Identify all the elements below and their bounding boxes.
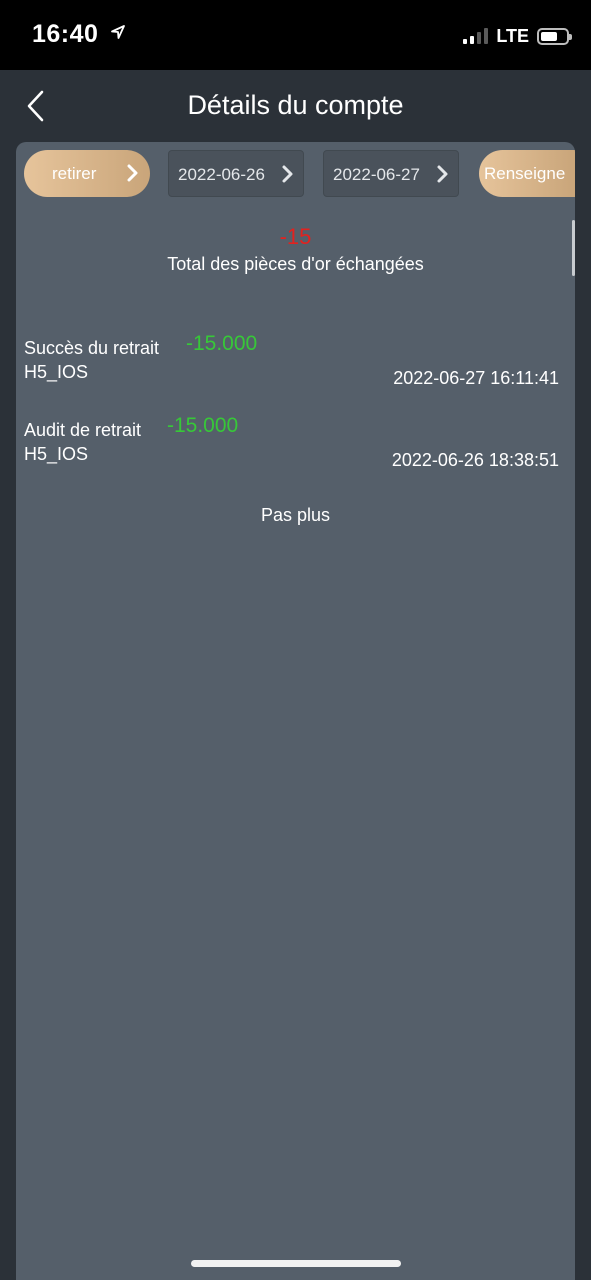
type-filter-label: retirer [52,164,97,183]
record-time: 2022-06-26 18:38:51 [391,450,559,470]
type-filter-button[interactable]: retirer [24,150,150,197]
record-source: H5_IOS [24,444,89,464]
record-type: Succès du retrait [24,338,160,358]
start-date-label: 2022-06-26 [178,165,265,184]
status-indicators: LTE [463,24,572,48]
record-amount: -15.000 [167,414,239,437]
status-time-text: 16:40 [32,20,99,48]
total-amount: -15 [279,224,312,249]
record-source: H5_IOS [24,362,89,382]
list-item[interactable]: Audit de retrait -15.000 H5_IOS 2022-06-… [24,414,559,480]
signal-icon [463,28,489,44]
account-details-card: retirer 2022-06-26 2022-06-27 Renseigne … [16,142,575,1280]
filter-bar: retirer 2022-06-26 2022-06-27 Renseigne [16,150,575,198]
chevron-right-icon [127,164,138,182]
chevron-right-icon [282,165,293,183]
end-date-picker[interactable]: 2022-06-27 [323,150,459,197]
page-title: Détails du compte [187,90,404,120]
home-indicator[interactable] [191,1260,401,1267]
total-label: Total des pièces d'or échangées [167,254,424,274]
record-time: 2022-06-27 16:11:41 [393,368,559,388]
nav-bar: Détails du compte [0,70,591,142]
location-arrow-icon [111,25,125,39]
list-item[interactable]: Succès du retrait -15.000 H5_IOS 2022-06… [24,332,559,398]
chevron-right-icon [437,165,448,183]
status-bar: 16:40 LTE [0,0,591,70]
battery-icon [537,27,572,45]
network-type: LTE [496,25,529,46]
end-of-list-text: Pas plus [260,505,331,525]
record-amount: -15.000 [186,332,258,355]
record-type: Audit de retrait [24,420,142,440]
search-button-label: Renseigne [484,164,566,183]
end-date-label: 2022-06-27 [333,165,420,184]
status-time: 16:40 [32,20,126,49]
search-button[interactable]: Renseigne [479,150,575,197]
start-date-picker[interactable]: 2022-06-26 [168,150,304,197]
